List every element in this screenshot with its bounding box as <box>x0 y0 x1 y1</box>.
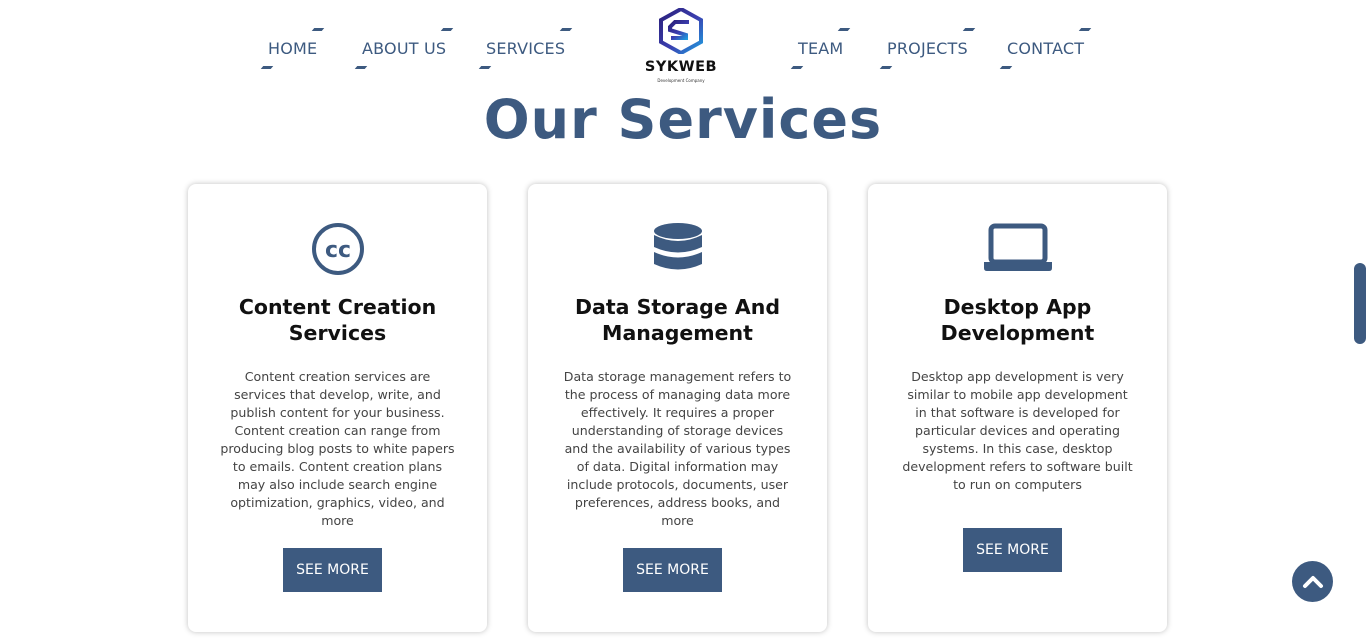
card-description: Data storage management refers to the pr… <box>563 369 792 528</box>
card-description: Content creation services are services t… <box>220 369 455 528</box>
card-title: Desktop App Development <box>940 295 1095 345</box>
service-card-desktop-app: Desktop App Development Desktop app deve… <box>868 184 1167 632</box>
chevron-up-icon <box>1302 575 1323 588</box>
see-more-button[interactable]: SEE MORE <box>963 528 1062 572</box>
nav-team[interactable]: TEAM <box>798 39 843 59</box>
see-more-button[interactable]: SEE MORE <box>623 548 722 592</box>
laptop-icon <box>868 222 1167 278</box>
logo-name: SYKWEB <box>644 59 718 75</box>
nav-about-us[interactable]: ABOUT US <box>362 39 446 59</box>
creative-commons-icon: cc <box>188 222 487 278</box>
nav-home[interactable]: HOME <box>268 39 317 59</box>
svg-text:cc: cc <box>324 238 350 263</box>
scrollbar-thumb[interactable] <box>1354 263 1366 344</box>
database-icon <box>528 222 827 278</box>
card-title: Data Storage And Management <box>574 295 781 345</box>
section-title: Our Services <box>483 88 883 151</box>
card-title: Content Creation Services <box>238 295 437 345</box>
logo-hexagon-icon <box>659 8 703 54</box>
card-description: Desktop app development is very similar … <box>902 369 1133 492</box>
nav-services[interactable]: SERVICES <box>486 39 565 59</box>
logo-tagline: Development Company <box>657 78 705 83</box>
sykweb-logo[interactable]: SYKWEB Development Company <box>640 8 722 84</box>
nav-projects[interactable]: PROJECTS <box>887 39 968 59</box>
nav-contact[interactable]: CONTACT <box>1007 39 1084 59</box>
service-card-content-creation: cc Content Creation Services Content cre… <box>188 184 487 632</box>
service-card-data-storage: Data Storage And Management Data storage… <box>528 184 827 632</box>
see-more-button[interactable]: SEE MORE <box>283 548 382 592</box>
back-to-top-button[interactable] <box>1292 561 1333 602</box>
